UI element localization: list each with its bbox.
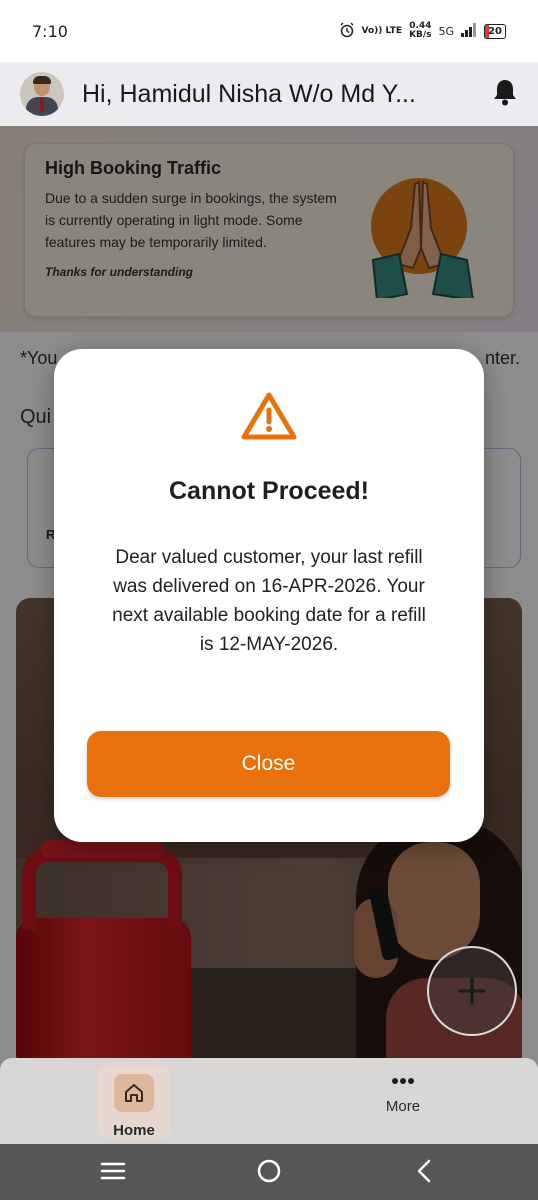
recent-apps-icon[interactable] bbox=[100, 1158, 126, 1189]
close-button[interactable]: Close bbox=[87, 731, 450, 797]
back-icon[interactable] bbox=[412, 1158, 438, 1189]
network-type: 5G bbox=[438, 24, 455, 38]
status-time: 7:10 bbox=[32, 21, 68, 41]
nav-home-label: Home bbox=[113, 1122, 155, 1139]
network-speed-unit: KB/s bbox=[409, 30, 432, 40]
header-dim bbox=[0, 62, 538, 126]
cannot-proceed-dialog: Cannot Proceed! Dear valued customer, yo… bbox=[54, 349, 484, 842]
add-button[interactable] bbox=[427, 946, 517, 1036]
home-icon bbox=[114, 1074, 154, 1112]
warning-icon bbox=[241, 391, 297, 446]
plus-icon bbox=[458, 977, 486, 1005]
volte-label: Vo)) LTE bbox=[361, 25, 403, 36]
alarm-icon bbox=[339, 22, 355, 41]
dialog-message: Dear valued customer, your last refill w… bbox=[112, 547, 426, 655]
status-bar: 7:10 Vo)) LTE 0.44 KB/s 5G 20 bbox=[0, 0, 538, 62]
nav-item-more[interactable]: More bbox=[363, 1072, 443, 1115]
signal-icon bbox=[461, 22, 477, 40]
battery-indicator: 20 bbox=[484, 23, 506, 39]
dialog-title: Cannot Proceed! bbox=[168, 477, 370, 505]
home-system-icon[interactable] bbox=[256, 1158, 282, 1189]
system-nav-bar bbox=[0, 1144, 538, 1200]
network-speed: 0.44 KB/s bbox=[409, 22, 431, 40]
more-icon bbox=[392, 1078, 414, 1084]
nav-item-home[interactable]: Home bbox=[98, 1066, 170, 1139]
bottom-nav: Home More bbox=[0, 1058, 538, 1144]
status-icons: Vo)) LTE 0.44 KB/s 5G 20 bbox=[339, 22, 506, 41]
nav-more-label: More bbox=[385, 1098, 421, 1115]
